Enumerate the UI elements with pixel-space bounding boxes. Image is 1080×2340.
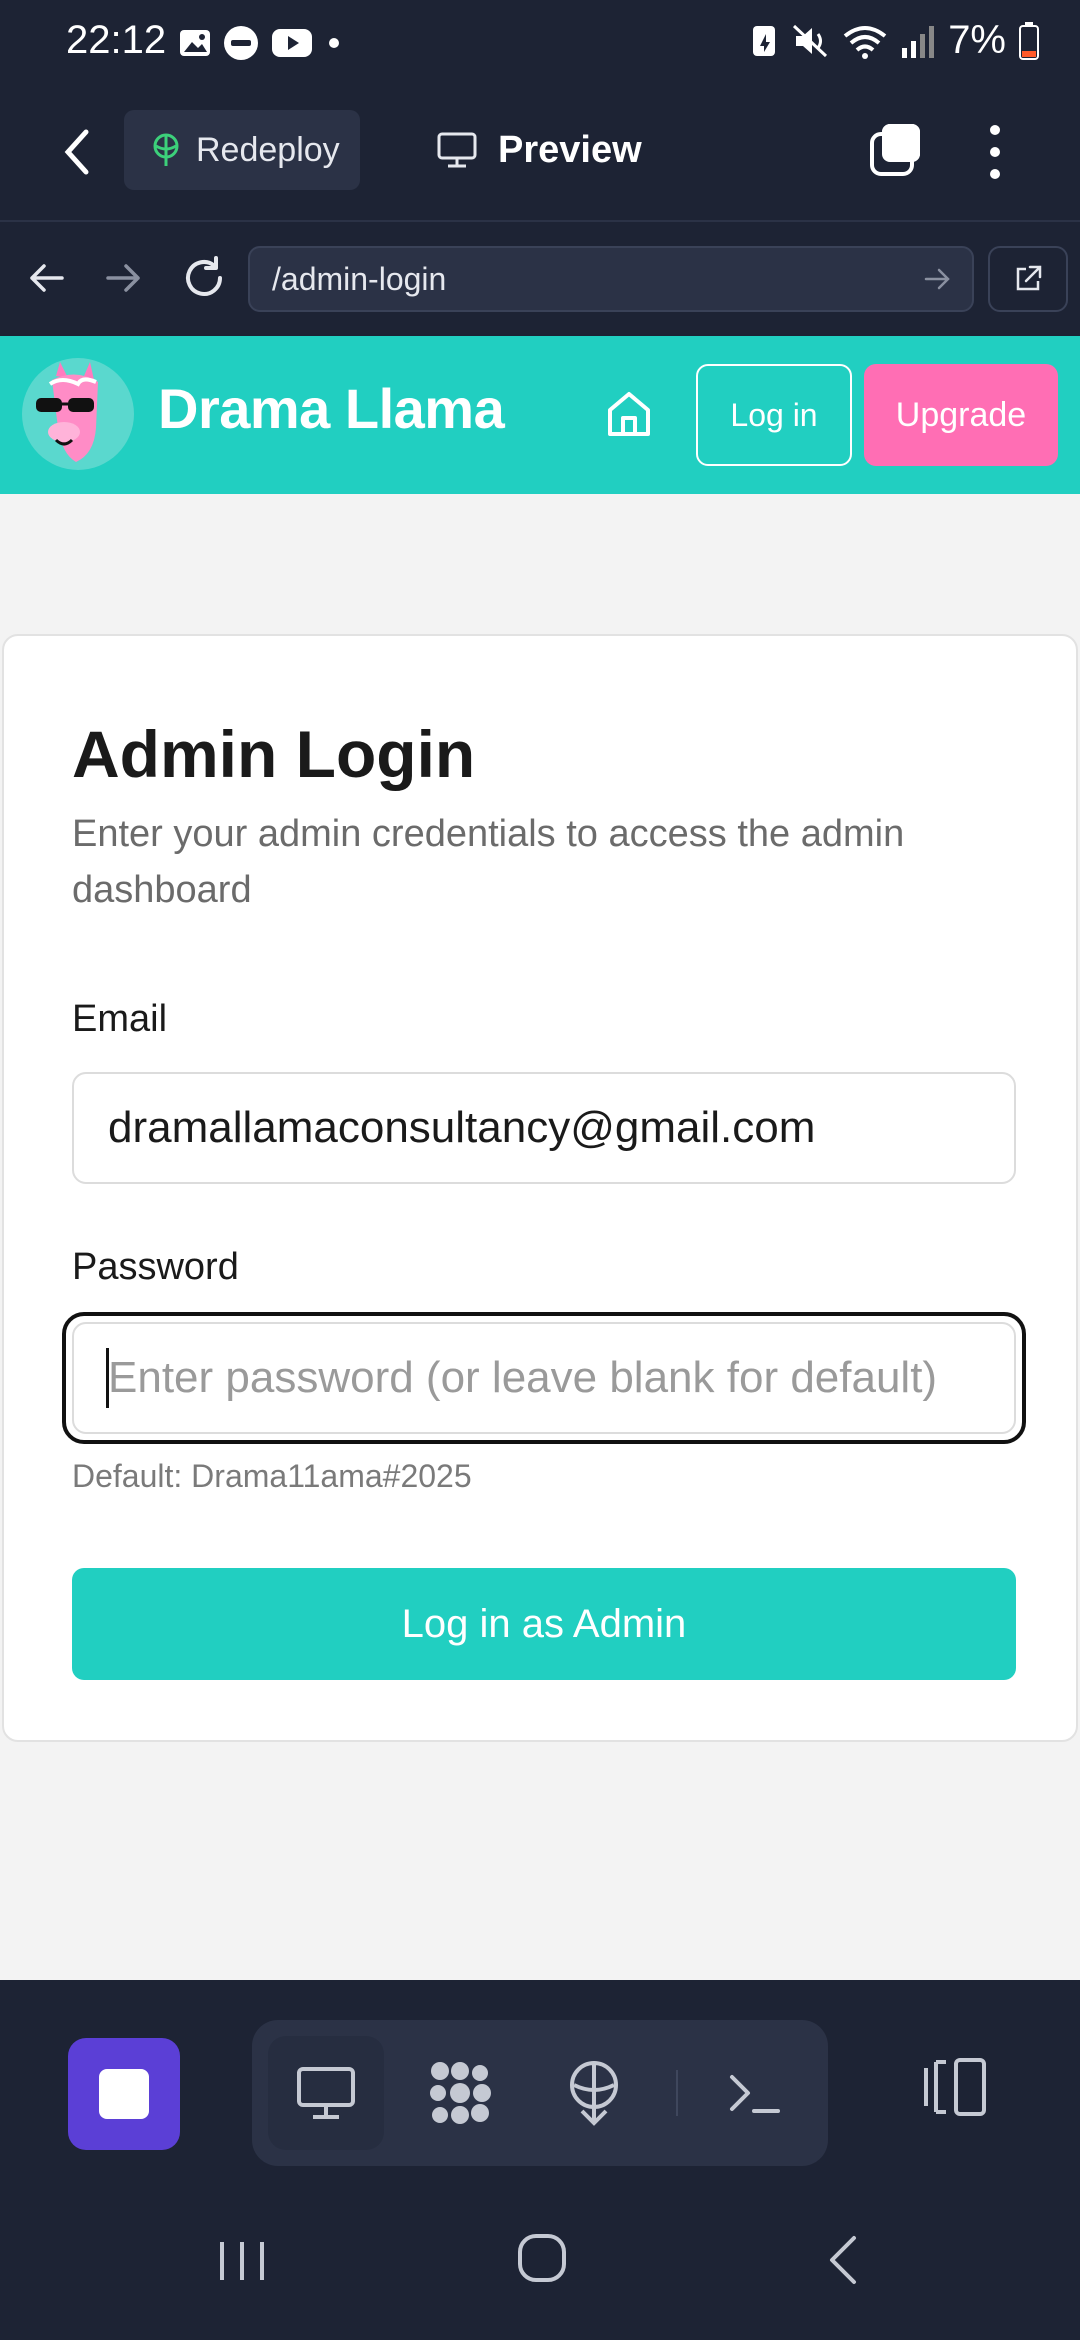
redeploy-label: Redeploy [196, 130, 340, 169]
status-time: 22:12 [66, 18, 167, 62]
tab-deploy[interactable] [536, 2036, 652, 2150]
monitor-icon [297, 2067, 355, 2119]
admin-login-button[interactable]: Log in as Admin [72, 1568, 1016, 1680]
preview-label: Preview [498, 128, 642, 171]
deploy-icon [570, 2061, 618, 2126]
tab-apps[interactable] [402, 2036, 518, 2150]
login-button[interactable]: Log in [696, 364, 852, 466]
email-label: Email [72, 998, 168, 1040]
password-label: Password [72, 1246, 239, 1288]
arrow-left-icon[interactable] [26, 258, 66, 298]
page-description: Enter your admin credentials to access t… [72, 813, 905, 911]
recent-apps-icon[interactable] [212, 2230, 272, 2290]
stop-icon [99, 2069, 149, 2119]
llama-logo[interactable] [22, 358, 134, 470]
battery-saver-icon [753, 25, 776, 56]
deploy-icon [153, 133, 179, 166]
youtube-icon [272, 29, 312, 57]
apps-icon [430, 2062, 491, 2124]
app-header: Drama Llama Log in Upgrade [0, 336, 1080, 494]
url-bar: /admin-login [0, 222, 1080, 336]
home-icon[interactable] [604, 388, 654, 440]
url-input[interactable]: /admin-login [248, 246, 974, 312]
workspace-toolbar: Redeploy Preview [0, 84, 1080, 222]
password-field[interactable]: Enter password (or leave blank for defau… [72, 1322, 1016, 1434]
monitor-icon [437, 132, 477, 168]
more-options-icon[interactable] [980, 120, 1010, 184]
external-link-icon [1016, 265, 1042, 291]
signal-icon [902, 25, 935, 58]
battery-icon [1019, 21, 1039, 60]
stop-button[interactable] [68, 2038, 180, 2150]
workspace-tabs [252, 2020, 828, 2166]
home-circle-icon[interactable] [514, 2230, 570, 2286]
tab-shell[interactable] [696, 2036, 812, 2150]
nav-back-icon[interactable] [822, 2230, 862, 2290]
llama-icon [36, 362, 98, 462]
split-panel-icon[interactable] [920, 2052, 990, 2122]
windows-icon[interactable] [866, 120, 926, 180]
page-content: Admin Login Enter your admin credentials… [0, 494, 1080, 1980]
dot-icon [329, 38, 339, 48]
email-field[interactable]: dramallamaconsultancy@gmail.com [72, 1072, 1016, 1184]
text-cursor [106, 1348, 109, 1408]
password-hint: Default: Drama11ama#2025 [72, 1458, 472, 1494]
go-arrow-icon[interactable] [922, 264, 952, 294]
back-arrow-icon[interactable] [58, 124, 98, 180]
admin-login-card: Admin Login Enter your admin credentials… [2, 634, 1078, 1742]
reload-icon[interactable] [180, 254, 228, 302]
notification-icons [178, 24, 344, 62]
tab-preview[interactable] [268, 2036, 384, 2150]
arrow-right-icon[interactable] [104, 258, 144, 298]
brand-name[interactable]: Drama Llama [158, 376, 505, 441]
tab-divider [676, 2070, 678, 2116]
page-title: Admin Login [72, 717, 476, 791]
redeploy-button[interactable]: Redeploy [124, 110, 360, 190]
workspace-bottom-bar [0, 1980, 1080, 2196]
url-text: /admin-login [272, 261, 447, 297]
android-navigation-bar [0, 2180, 1080, 2340]
status-bar: 22:12 7% [0, 0, 1080, 84]
wifi-icon [843, 25, 887, 59]
gallery-icon [180, 30, 210, 56]
preview-tab[interactable]: Preview [436, 120, 642, 180]
terminal-icon [730, 2075, 780, 2113]
mute-icon [793, 24, 828, 57]
open-external-button[interactable] [988, 246, 1068, 312]
dnd-icon [224, 26, 258, 60]
upgrade-button[interactable]: Upgrade [864, 364, 1058, 466]
battery-percent: 7% [948, 18, 1006, 62]
